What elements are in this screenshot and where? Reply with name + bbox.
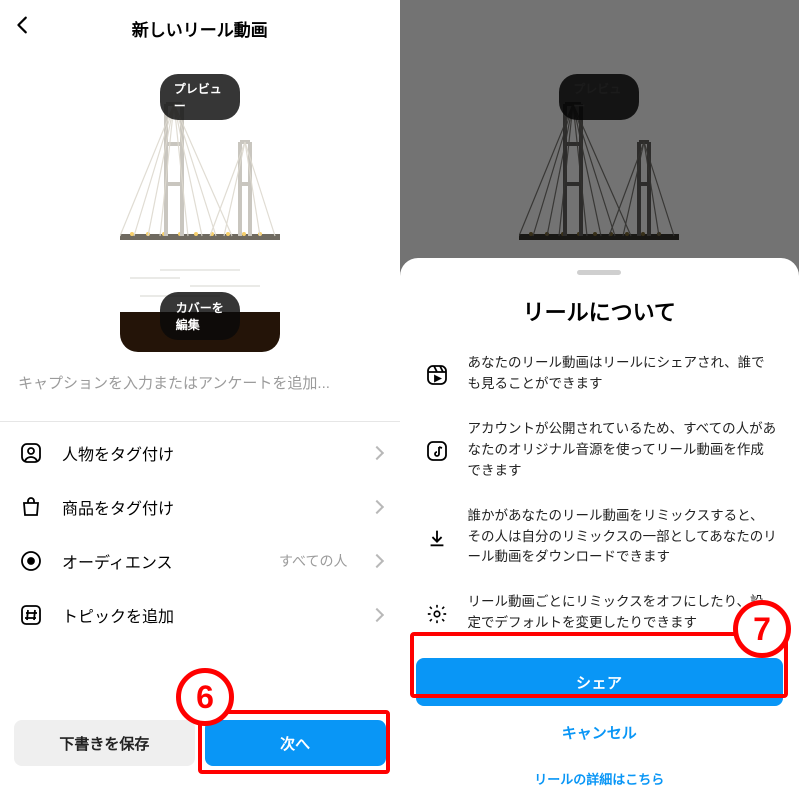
screen-left: 新しいリール動画 プレビュー カバーを編集 キャプションを入力またはアンケートを… <box>0 0 400 788</box>
header: 新しいリール動画 <box>400 0 799 56</box>
person-icon <box>18 440 44 466</box>
divider <box>0 421 400 422</box>
row-topic[interactable]: トピックを追加 <box>0 588 400 642</box>
row-tag-people[interactable]: 人物をタグ付け <box>0 426 400 480</box>
info-row-1: あなたのリール動画はリールにシェアされ、誰でも見ることができます <box>400 341 799 407</box>
sheet-title: リールについて <box>400 295 799 327</box>
bottom-sheet: リールについて あなたのリール動画はリールにシェアされ、誰でも見ることができます… <box>400 258 799 788</box>
preview-badge[interactable]: プレビュー <box>160 74 240 120</box>
hashtag-icon <box>18 602 44 628</box>
row-label: オーディエンス <box>62 549 261 573</box>
chevron-right-icon <box>369 500 383 514</box>
reels-more-link[interactable]: リールの詳細はこちら <box>400 769 799 788</box>
audience-value: すべての人 <box>279 551 347 571</box>
chevron-right-icon <box>369 446 383 460</box>
chevron-right-icon <box>369 608 383 622</box>
edit-cover-button[interactable]: カバーを編集 <box>160 292 240 340</box>
reels-icon <box>424 355 450 395</box>
page-title: 新しいリール動画 <box>132 16 268 41</box>
row-audience[interactable]: オーディエンス すべての人 <box>0 534 400 588</box>
row-label: トピックを追加 <box>62 603 354 627</box>
annotation-badge-6: 6 <box>176 668 234 726</box>
caption-input[interactable]: キャプションを入力またはアンケートを追加... <box>0 352 400 393</box>
cancel-button[interactable]: キャンセル <box>400 722 799 743</box>
download-icon <box>424 508 450 569</box>
save-draft-button[interactable]: 下書きを保存 <box>14 720 195 766</box>
sheet-grabber[interactable] <box>577 270 621 275</box>
shopping-bag-icon <box>18 494 44 520</box>
annotation-badge-7: 7 <box>733 600 791 658</box>
back-button[interactable] <box>12 14 34 41</box>
header: 新しいリール動画 <box>0 0 400 56</box>
page-title: 新しいリール動画 <box>531 16 667 41</box>
info-row-3: 誰かがあなたのリール動画をリミックスすると、その人は自分のリミックスの一部として… <box>400 494 799 581</box>
preview-badge: プレビュー <box>559 74 639 120</box>
row-tag-products[interactable]: 商品をタグ付け <box>0 480 400 534</box>
info-row-2: アカウントが公開されているため、すべての人があなたのオリジナル音源を使ってリール… <box>400 407 799 494</box>
gear-icon <box>424 594 450 634</box>
chevron-right-icon <box>369 554 383 568</box>
next-button[interactable]: 次へ <box>205 720 386 766</box>
eye-icon <box>18 548 44 574</box>
bottom-button-bar: 下書きを保存 次へ <box>0 720 400 766</box>
row-label: 人物をタグ付け <box>62 441 354 465</box>
row-label: 商品をタグ付け <box>62 495 354 519</box>
share-button[interactable]: シェア <box>416 658 784 706</box>
preview-thumbnail[interactable]: プレビュー カバーを編集 <box>120 64 280 352</box>
screen-right: 新しいリール動画 プレビュー リールについて あなたのリール動画はリールにシェア… <box>400 0 799 788</box>
music-note-icon <box>424 421 450 482</box>
